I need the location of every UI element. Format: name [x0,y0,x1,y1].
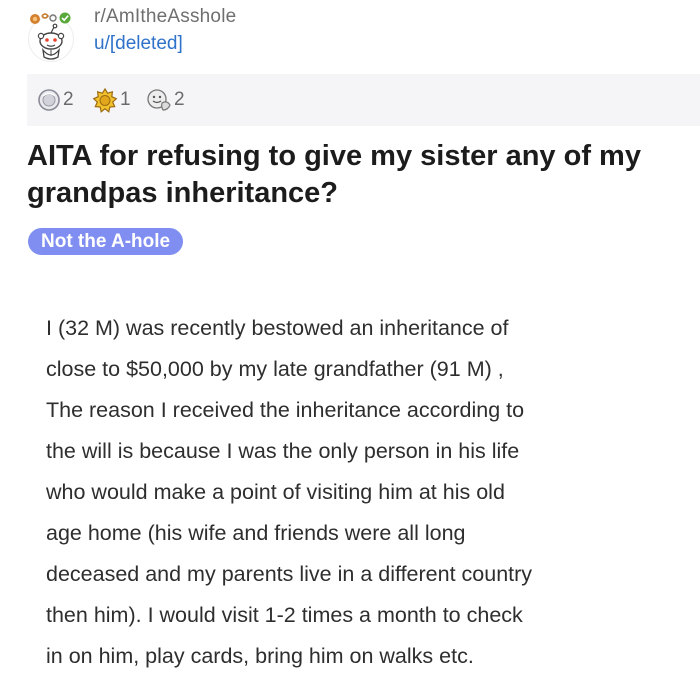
snoo-icon [30,12,71,60]
reddit-post-screenshot: r/AmItheAsshole u/[deleted] 2 1 2 AITA f… [0,0,700,690]
post-header: r/AmItheAsshole u/[deleted] [0,0,700,72]
author-username[interactable]: u/[deleted] [94,33,183,55]
post-body-text: I (32 M) was recently bestowed an inheri… [46,316,533,668]
post-title[interactable]: AITA for refusing to give my sister any … [27,138,677,212]
award-silver[interactable]: 2 [36,87,74,113]
post-flair-badge[interactable]: Not the A-hole [28,228,184,255]
subreddit-name[interactable]: r/AmItheAsshole [94,6,236,28]
gold-award-count: 1 [120,89,131,110]
gold-award-icon [92,87,118,113]
award-gold[interactable]: 1 [91,87,131,113]
awards-bar[interactable]: 2 1 2 [27,74,700,126]
award-wholesome[interactable]: 2 [145,87,185,113]
snoo-avatar[interactable] [26,8,76,62]
wholesome-award-count: 2 [174,89,185,110]
silver-award-count: 2 [63,89,74,110]
silver-award-icon [38,89,60,111]
wholesome-award-icon [147,89,171,111]
